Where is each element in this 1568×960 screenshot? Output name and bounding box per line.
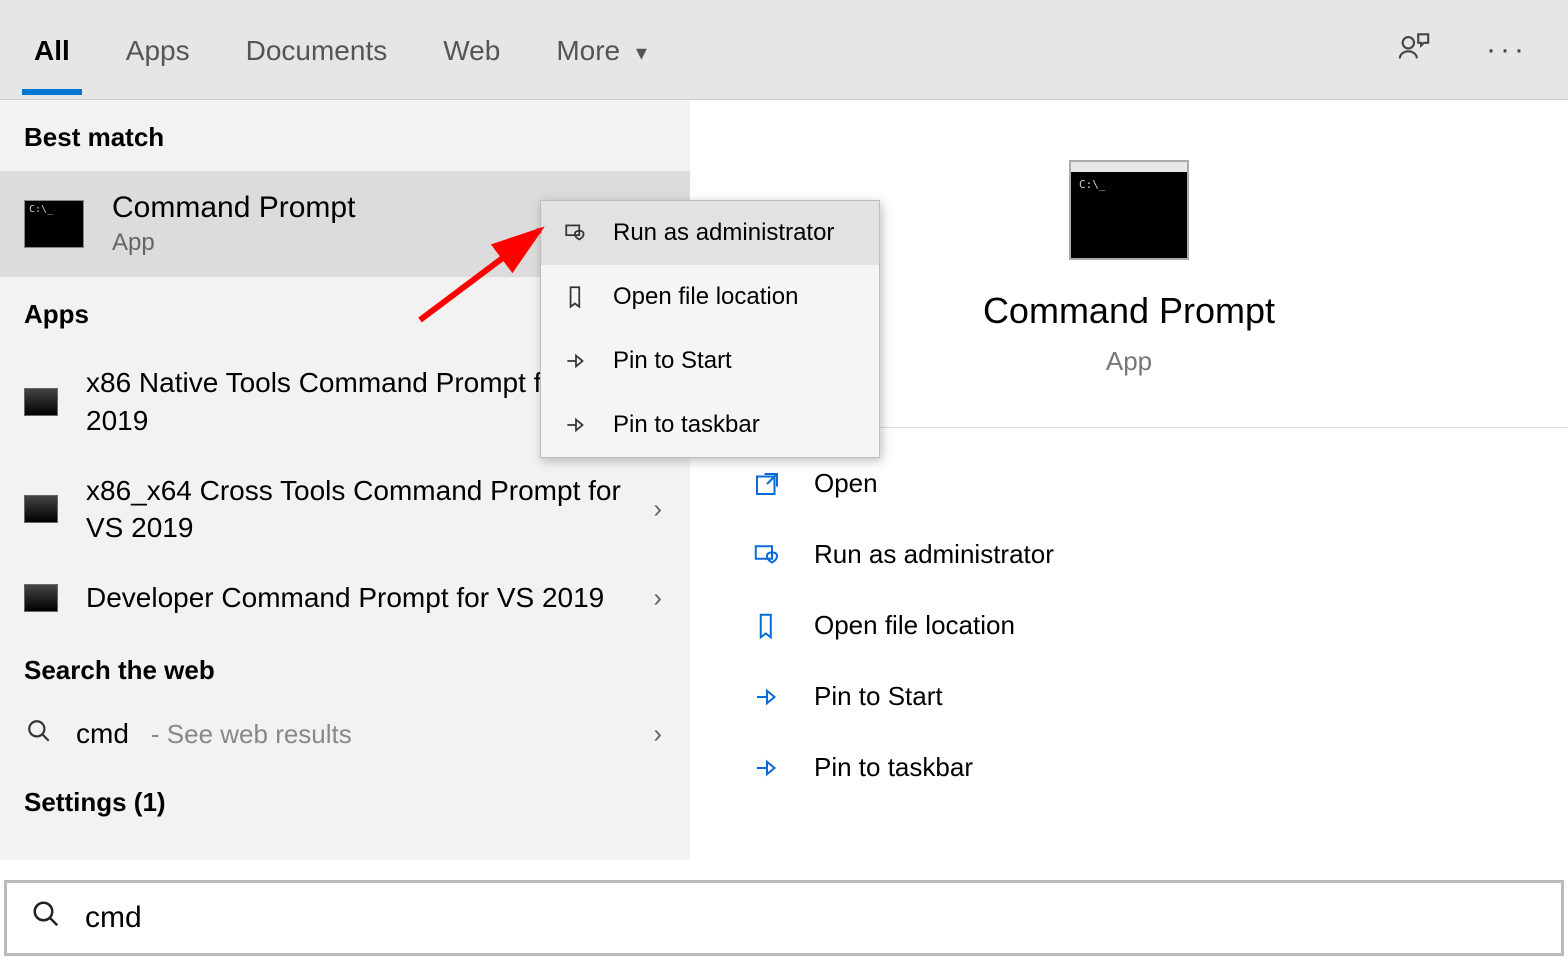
search-icon — [24, 718, 54, 751]
shield-admin-icon — [750, 540, 784, 570]
context-menu: Run as administrator Open file location … — [540, 200, 880, 458]
pin-icon — [750, 682, 784, 712]
ctx-open-location-label: Open file location — [613, 283, 798, 311]
tab-all[interactable]: All — [30, 5, 74, 95]
shield-admin-icon — [561, 220, 591, 246]
action-open-label: Open — [814, 468, 878, 499]
chevron-right-icon[interactable]: › — [653, 494, 662, 525]
ctx-run-admin[interactable]: Run as administrator — [541, 201, 879, 265]
action-pin-taskbar-label: Pin to taskbar — [814, 752, 973, 783]
pin-icon — [561, 348, 591, 374]
app-result-3-label: Developer Command Prompt for VS 2019 — [86, 579, 666, 617]
tab-web[interactable]: Web — [439, 5, 504, 95]
ctx-pin-start-label: Pin to Start — [613, 347, 732, 375]
search-filter-bar: All Apps Documents Web More ▾ ··· — [0, 0, 1568, 100]
action-pin-start-label: Pin to Start — [814, 681, 943, 712]
ctx-open-location[interactable]: Open file location — [541, 265, 879, 329]
command-prompt-large-icon — [1069, 160, 1189, 260]
app-result-3[interactable]: Developer Command Prompt for VS 2019 › — [0, 563, 690, 633]
command-prompt-icon — [24, 200, 84, 248]
folder-location-icon — [750, 611, 784, 641]
chevron-right-icon[interactable]: › — [653, 583, 662, 614]
action-pin-taskbar[interactable]: Pin to taskbar — [750, 732, 1568, 803]
web-hint: - See web results — [151, 719, 352, 750]
folder-location-icon — [561, 284, 591, 310]
chevron-down-icon: ▾ — [636, 40, 647, 65]
settings-header: Settings (1) — [0, 765, 690, 836]
open-icon — [750, 469, 784, 499]
action-pin-start[interactable]: Pin to Start — [750, 661, 1568, 732]
ctx-pin-taskbar-label: Pin to taskbar — [613, 411, 760, 439]
action-open-location-label: Open file location — [814, 610, 1015, 641]
best-match-header: Best match — [0, 100, 690, 171]
best-match-title: Command Prompt — [112, 191, 355, 225]
search-bar[interactable] — [4, 880, 1564, 956]
app-result-2[interactable]: x86_x64 Cross Tools Command Prompt for V… — [0, 456, 690, 564]
action-open-location[interactable]: Open file location — [750, 590, 1568, 661]
best-match-subtitle: App — [112, 229, 355, 257]
web-header: Search the web — [0, 633, 690, 704]
ctx-pin-taskbar[interactable]: Pin to taskbar — [541, 393, 879, 457]
web-query: cmd — [76, 718, 129, 750]
action-open[interactable]: Open — [750, 448, 1568, 519]
pin-icon — [750, 753, 784, 783]
pin-icon — [561, 412, 591, 438]
feedback-icon[interactable] — [1397, 30, 1431, 69]
tab-more[interactable]: More ▾ — [552, 5, 651, 95]
terminal-icon — [24, 388, 58, 416]
search-input[interactable] — [85, 901, 1537, 935]
action-run-admin-label: Run as administrator — [814, 539, 1054, 570]
chevron-right-icon[interactable]: › — [653, 719, 662, 750]
filter-tabs: All Apps Documents Web More ▾ — [30, 5, 651, 95]
action-run-admin[interactable]: Run as administrator — [750, 519, 1568, 590]
terminal-icon — [24, 584, 58, 612]
app-result-2-label: x86_x64 Cross Tools Command Prompt for V… — [86, 472, 666, 548]
tab-apps[interactable]: Apps — [122, 5, 194, 95]
tab-documents[interactable]: Documents — [242, 5, 392, 95]
more-options-icon[interactable]: ··· — [1486, 33, 1528, 67]
ctx-pin-start[interactable]: Pin to Start — [541, 329, 879, 393]
terminal-icon — [24, 495, 58, 523]
web-result[interactable]: cmd - See web results › — [0, 704, 690, 765]
search-icon — [31, 899, 61, 937]
ctx-run-admin-label: Run as administrator — [613, 219, 834, 247]
tab-more-label: More — [556, 35, 620, 66]
